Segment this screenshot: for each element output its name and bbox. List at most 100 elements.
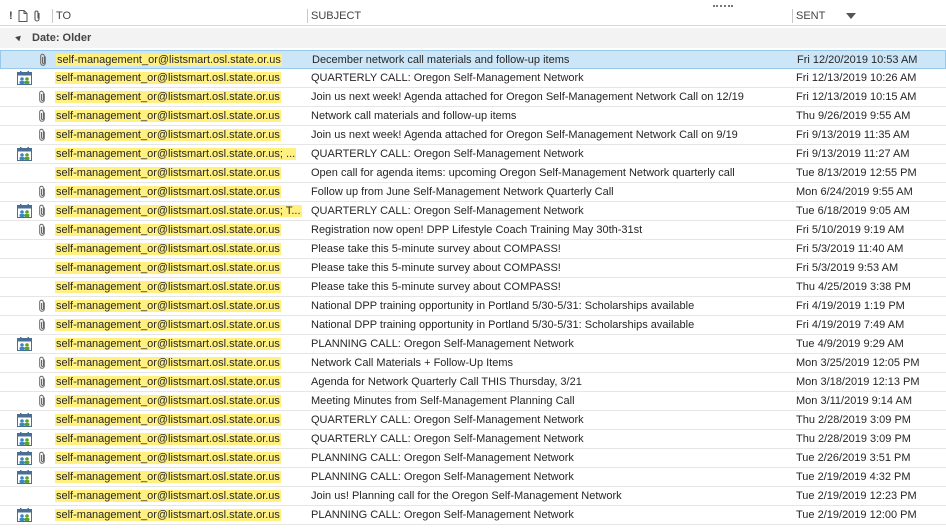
sent-date-cell: Fri 4/19/2019 7:49 AM	[796, 319, 905, 331]
group-label: Date: Older	[32, 32, 92, 44]
message-row[interactable]: self-management_or@listsmart.osl.state.o…	[0, 506, 946, 525]
message-row[interactable]: self-management_or@listsmart.osl.state.o…	[0, 164, 946, 183]
message-row[interactable]: self-management_or@listsmart.osl.state.o…	[0, 107, 946, 126]
recipient-cell: self-management_or@listsmart.osl.state.o…	[55, 259, 307, 277]
recipient-cell: self-management_or@listsmart.osl.state.o…	[56, 51, 308, 69]
message-row[interactable]: self-management_or@listsmart.osl.state.o…	[0, 259, 946, 278]
recipient-highlight: self-management_or@listsmart.osl.state.o…	[55, 110, 281, 122]
recipient-highlight: self-management_or@listsmart.osl.state.o…	[55, 262, 281, 274]
message-row[interactable]: self-management_or@listsmart.osl.state.o…	[0, 411, 946, 430]
meeting-request-icon	[17, 432, 32, 446]
message-row[interactable]: self-management_or@listsmart.osl.state.o…	[0, 392, 946, 411]
sent-date-cell: Mon 3/11/2019 9:14 AM	[796, 395, 912, 407]
recipient-highlight: self-management_or@listsmart.osl.state.o…	[56, 54, 282, 66]
message-row[interactable]: self-management_or@listsmart.osl.state.o…	[0, 487, 946, 506]
recipient-highlight: self-management_or@listsmart.osl.state.o…	[55, 490, 281, 502]
subject-cell: QUARTERLY CALL: Oregon Self-Management N…	[311, 414, 584, 426]
message-row[interactable]: self-management_or@listsmart.osl.state.o…	[0, 88, 946, 107]
recipient-cell: self-management_or@listsmart.osl.state.o…	[55, 202, 307, 220]
sent-date-cell: Tue 4/9/2019 9:29 AM	[796, 338, 904, 350]
recipient-cell: self-management_or@listsmart.osl.state.o…	[55, 354, 307, 372]
message-row[interactable]: self-management_or@listsmart.osl.state.o…	[0, 50, 946, 69]
collapse-triangle-icon[interactable]	[15, 33, 23, 42]
meeting-request-icon	[17, 470, 32, 484]
message-row[interactable]: self-management_or@listsmart.osl.state.o…	[0, 297, 946, 316]
column-divider[interactable]	[792, 9, 793, 23]
message-row[interactable]: self-management_or@listsmart.osl.state.o…	[0, 373, 946, 392]
message-row[interactable]: self-management_or@listsmart.osl.state.o…	[0, 202, 946, 221]
message-row[interactable]: self-management_or@listsmart.osl.state.o…	[0, 449, 946, 468]
sent-date-cell: Fri 5/3/2019 11:40 AM	[796, 243, 904, 255]
subject-cell: PLANNING CALL: Oregon Self-Management Ne…	[311, 509, 574, 521]
sent-date-cell: Fri 5/10/2019 9:19 AM	[796, 224, 905, 236]
message-row[interactable]: self-management_or@listsmart.osl.state.o…	[0, 354, 946, 373]
subject-cell: QUARTERLY CALL: Oregon Self-Management N…	[311, 148, 584, 160]
sent-date-cell: Tue 2/19/2019 4:32 PM	[796, 471, 911, 483]
recipient-highlight: self-management_or@listsmart.osl.state.o…	[55, 509, 281, 521]
message-row[interactable]: self-management_or@listsmart.osl.state.o…	[0, 145, 946, 164]
resize-grip[interactable]	[713, 5, 733, 9]
recipient-highlight: self-management_or@listsmart.osl.state.o…	[55, 376, 281, 388]
paperclip-icon	[38, 109, 47, 123]
paperclip-icon	[38, 90, 47, 104]
meeting-request-icon	[17, 204, 32, 218]
sent-column-header[interactable]: SENT	[796, 7, 825, 25]
subject-cell: December network call materials and foll…	[312, 54, 570, 66]
sent-date-cell: Thu 2/28/2019 3:09 PM	[796, 414, 911, 426]
message-row[interactable]: self-management_or@listsmart.osl.state.o…	[0, 278, 946, 297]
column-divider[interactable]	[307, 9, 308, 23]
sent-date-cell: Tue 2/19/2019 12:00 PM	[796, 509, 917, 521]
recipient-highlight: self-management_or@listsmart.osl.state.o…	[55, 300, 281, 312]
to-column-header[interactable]: TO	[56, 7, 71, 25]
recipient-cell: self-management_or@listsmart.osl.state.o…	[55, 430, 307, 448]
recipient-cell: self-management_or@listsmart.osl.state.o…	[55, 335, 307, 353]
paperclip-icon	[38, 204, 47, 218]
sent-date-cell: Mon 3/18/2019 12:13 PM	[796, 376, 920, 388]
message-row[interactable]: self-management_or@listsmart.osl.state.o…	[0, 183, 946, 202]
sent-date-cell: Thu 4/25/2019 3:38 PM	[796, 281, 911, 293]
recipient-cell: self-management_or@listsmart.osl.state.o…	[55, 278, 307, 296]
subject-cell: QUARTERLY CALL: Oregon Self-Management N…	[311, 433, 584, 445]
date-group-header[interactable]: Date: Older	[0, 28, 946, 48]
recipient-cell: self-management_or@listsmart.osl.state.o…	[55, 411, 307, 429]
sent-date-cell: Mon 3/25/2019 12:05 PM	[796, 357, 920, 369]
recipient-cell: self-management_or@listsmart.osl.state.o…	[55, 392, 307, 410]
recipient-cell: self-management_or@listsmart.osl.state.o…	[55, 221, 307, 239]
subject-cell: QUARTERLY CALL: Oregon Self-Management N…	[311, 205, 584, 217]
recipient-cell: self-management_or@listsmart.osl.state.o…	[55, 69, 307, 87]
recipient-cell: self-management_or@listsmart.osl.state.o…	[55, 88, 307, 106]
subject-column-header[interactable]: SUBJECT	[311, 7, 361, 25]
paperclip-icon	[38, 375, 47, 389]
sort-descending-icon[interactable]	[846, 13, 856, 19]
subject-cell: Agenda for Network Quarterly Call THIS T…	[311, 376, 582, 388]
attachment-column-header[interactable]	[33, 10, 42, 28]
paperclip-icon	[38, 128, 47, 142]
message-row[interactable]: self-management_or@listsmart.osl.state.o…	[0, 430, 946, 449]
message-row[interactable]: self-management_or@listsmart.osl.state.o…	[0, 468, 946, 487]
column-header: ! TO SUBJECT SENT	[0, 5, 946, 28]
recipient-cell: self-management_or@listsmart.osl.state.o…	[55, 145, 307, 163]
column-divider[interactable]	[52, 9, 53, 23]
sent-date-cell: Thu 2/28/2019 3:09 PM	[796, 433, 911, 445]
message-row[interactable]: self-management_or@listsmart.osl.state.o…	[0, 316, 946, 335]
importance-column-header[interactable]: !	[9, 7, 13, 25]
recipient-highlight: self-management_or@listsmart.osl.state.o…	[55, 471, 281, 483]
paperclip-icon	[38, 223, 47, 237]
paperclip-icon	[38, 451, 47, 465]
recipient-highlight: self-management_or@listsmart.osl.state.o…	[55, 148, 297, 160]
sent-date-cell: Fri 12/20/2019 10:53 AM	[797, 54, 918, 66]
message-row[interactable]: self-management_or@listsmart.osl.state.o…	[0, 221, 946, 240]
message-row[interactable]: self-management_or@listsmart.osl.state.o…	[0, 126, 946, 145]
subject-cell: Please take this 5-minute survey about C…	[311, 262, 561, 274]
recipient-highlight: self-management_or@listsmart.osl.state.o…	[55, 243, 281, 255]
sent-date-cell: Fri 12/13/2019 10:15 AM	[796, 91, 917, 103]
item-type-column-header[interactable]	[18, 10, 28, 28]
paperclip-icon	[38, 356, 47, 370]
recipient-cell: self-management_or@listsmart.osl.state.o…	[55, 297, 307, 315]
message-row[interactable]: self-management_or@listsmart.osl.state.o…	[0, 69, 946, 88]
subject-cell: Meeting Minutes from Self-Management Pla…	[311, 395, 575, 407]
message-row[interactable]: self-management_or@listsmart.osl.state.o…	[0, 335, 946, 354]
recipient-cell: self-management_or@listsmart.osl.state.o…	[55, 107, 307, 125]
message-row[interactable]: self-management_or@listsmart.osl.state.o…	[0, 240, 946, 259]
sent-date-cell: Fri 9/13/2019 11:27 AM	[796, 148, 910, 160]
